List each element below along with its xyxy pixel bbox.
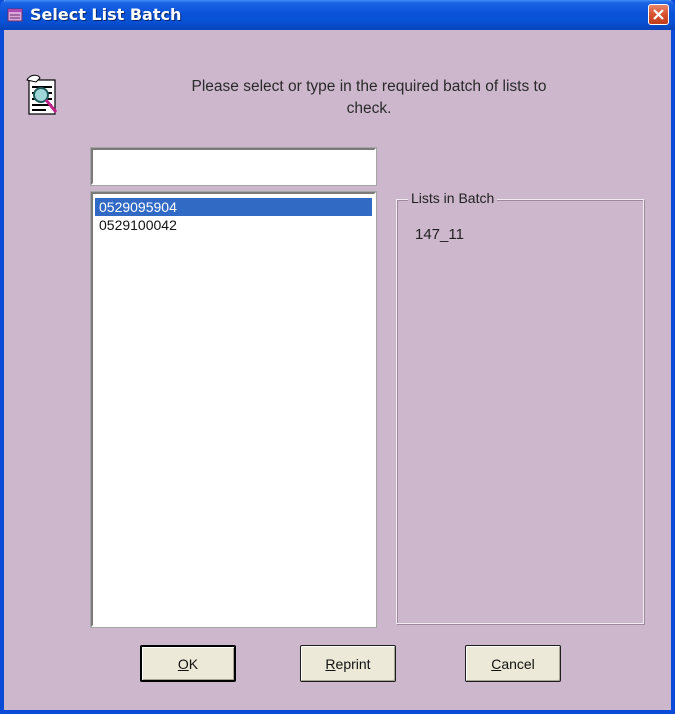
reprint-button[interactable]: Reprint — [300, 645, 396, 682]
instruction-line-2: check. — [346, 100, 392, 117]
list-batch-app-icon — [7, 8, 23, 22]
ok-button[interactable]: OK — [140, 645, 236, 682]
list-item[interactable]: 0529095904 — [95, 198, 372, 216]
close-button[interactable] — [648, 4, 669, 25]
document-magnifier-icon — [26, 74, 58, 115]
reprint-button-accel: R — [325, 655, 336, 672]
ok-button-label: K — [188, 655, 199, 672]
reprint-button-label: eprint — [335, 655, 371, 672]
list-item[interactable]: 0529100042 — [95, 216, 372, 234]
lists-in-batch-group — [396, 199, 644, 624]
instruction-line-1: Please select or type in the required ba… — [191, 78, 547, 95]
dialog-window: Select List Batch Please select or type … — [0, 0, 675, 714]
title-bar[interactable]: Select List Batch — [0, 0, 675, 30]
batch-listbox[interactable]: 0529095904 0529100042 — [90, 191, 377, 628]
lists-in-batch-label: Lists in Batch — [408, 190, 498, 206]
ok-button-accel: O — [177, 655, 189, 672]
cancel-button-label: ancel — [501, 655, 535, 672]
batch-input[interactable] — [90, 147, 377, 186]
window-title: Select List Batch — [30, 5, 182, 24]
lists-in-batch-item: 147_11 — [415, 226, 464, 243]
cancel-button-accel: C — [491, 655, 502, 672]
close-icon — [653, 9, 664, 20]
cancel-button[interactable]: Cancel — [465, 645, 561, 682]
instruction-text: Please select or type in the required ba… — [114, 76, 624, 120]
